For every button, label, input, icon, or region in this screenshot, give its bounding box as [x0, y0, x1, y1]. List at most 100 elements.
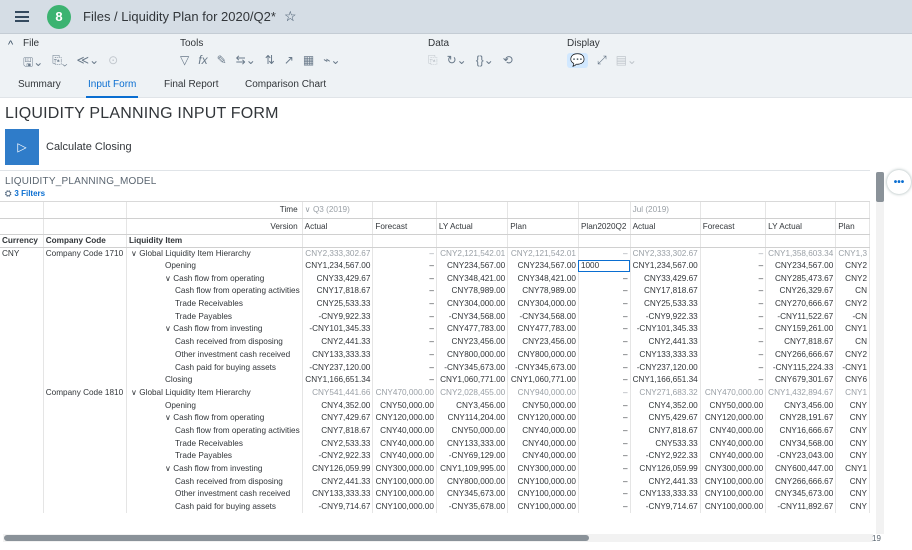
value-cell[interactable]: CNY40,000.00: [507, 437, 579, 450]
value-cell[interactable]: CNY266,666.67: [765, 348, 837, 362]
value-cell[interactable]: CNY271,683.32: [630, 386, 701, 400]
value-cell[interactable]: CNY2,028,455.00: [436, 386, 509, 400]
value-cell[interactable]: –: [578, 399, 631, 412]
value-cell[interactable]: –: [578, 475, 631, 489]
value-cell[interactable]: –: [578, 285, 631, 298]
value-cell[interactable]: –: [700, 323, 767, 336]
value-cell[interactable]: –: [372, 247, 437, 260]
table-icon[interactable]: ▦: [303, 53, 314, 67]
value-cell[interactable]: CNY: [835, 437, 870, 450]
value-cell[interactable]: CNY34,568.00: [765, 437, 837, 450]
value-cell[interactable]: –: [700, 335, 767, 349]
collapse-toolbar-icon[interactable]: ^: [8, 39, 13, 51]
value-cell[interactable]: CNY120,000.00: [372, 411, 437, 425]
value-cell[interactable]: CNY23,456.00: [436, 335, 509, 349]
value-cell[interactable]: –: [700, 361, 767, 374]
liquidity-item-cell[interactable]: ∨ Global Liquidity Item Hierarchy: [126, 247, 303, 260]
value-cell[interactable]: –: [578, 297, 631, 311]
value-cell[interactable]: CNY100,000.00: [507, 488, 579, 501]
value-cell[interactable]: –: [372, 335, 437, 349]
value-cell[interactable]: CNY126,059.99: [630, 462, 701, 476]
filter-icon[interactable]: ▽: [180, 53, 189, 67]
liquidity-item-cell[interactable]: Opening: [126, 399, 303, 412]
liquidity-item-cell[interactable]: Cash flow from operating activities: [126, 424, 303, 438]
liquidity-item-cell[interactable]: Cash flow from operating activities: [126, 285, 303, 298]
value-cell[interactable]: –: [372, 323, 437, 336]
value-cell[interactable]: –: [578, 437, 631, 450]
value-cell[interactable]: CNY17,818.67: [630, 285, 701, 298]
value-cell[interactable]: CNY40,000.00: [700, 450, 767, 463]
value-cell[interactable]: -CNY2,922.33: [302, 450, 374, 463]
value-cell[interactable]: CNY40,000.00: [700, 424, 767, 438]
value-cell[interactable]: -CNY9,714.67: [302, 500, 374, 514]
value-cell[interactable]: –: [372, 310, 437, 324]
value-cell[interactable]: -CNY237,120.00: [302, 361, 374, 374]
liquidity-item-cell[interactable]: Closing: [126, 373, 303, 387]
value-cell[interactable]: CNY800,000.00: [436, 475, 509, 489]
value-cell[interactable]: –: [578, 386, 631, 400]
value-cell[interactable]: CNY6: [835, 373, 870, 387]
vertical-scroll-thumb[interactable]: [876, 172, 884, 202]
value-cell[interactable]: CNY300,000.00: [507, 462, 579, 476]
value-cell[interactable]: –: [578, 335, 631, 349]
value-cell[interactable]: CNY2: [835, 297, 870, 311]
value-cell[interactable]: CNY7,818.67: [630, 424, 701, 438]
value-cell[interactable]: CNY25,533.33: [302, 297, 374, 311]
value-cell[interactable]: –: [578, 310, 631, 324]
value-cell[interactable]: -CNY11,522.67: [765, 310, 837, 324]
horizontal-scroll-thumb[interactable]: [4, 535, 589, 541]
favorite-star-icon[interactable]: ☆: [284, 8, 297, 25]
sort-icon[interactable]: ⇅: [265, 53, 275, 67]
value-cell[interactable]: CNY133,333.33: [302, 348, 374, 362]
value-cell[interactable]: CNY800,000.00: [436, 348, 509, 362]
value-cell[interactable]: -CNY237,120.00: [630, 361, 701, 374]
value-cell[interactable]: –: [700, 247, 767, 260]
value-cell[interactable]: –: [700, 259, 767, 273]
undo-history-icon[interactable]: ⟲: [503, 53, 513, 68]
filters-link[interactable]: ⛭ 3 Filters: [5, 189, 45, 199]
value-cell[interactable]: CNY100,000.00: [372, 500, 437, 514]
value-cell[interactable]: –: [578, 488, 631, 501]
value-cell[interactable]: CNY1,234,567.00: [302, 259, 374, 273]
value-cell[interactable]: –: [372, 259, 437, 273]
value-cell[interactable]: CNY470,000.00: [372, 386, 437, 400]
liquidity-item-cell[interactable]: ∨ Cash flow from investing: [126, 323, 303, 336]
value-cell[interactable]: –: [578, 272, 631, 286]
period-jul-header[interactable]: Jul (2019): [630, 202, 701, 219]
value-cell[interactable]: CNY2,533.33: [302, 437, 374, 450]
value-cell[interactable]: CNY2: [835, 272, 870, 286]
value-cell[interactable]: CNY159,261.00: [765, 323, 837, 336]
value-cell[interactable]: CNY28,191.67: [765, 411, 837, 425]
value-cell[interactable]: CNY300,000.00: [700, 462, 767, 476]
liquidity-item-cell[interactable]: Cash paid for buying assets: [126, 500, 303, 514]
save-icon[interactable]: 🖫⌄: [23, 53, 43, 74]
share-icon[interactable]: ≪⌄: [77, 53, 100, 74]
value-cell[interactable]: CNY533.33: [630, 437, 701, 450]
value-cell[interactable]: -CNY345,673.00: [436, 361, 509, 374]
value-cell[interactable]: CNY541,441.66: [302, 386, 374, 400]
value-cell[interactable]: CNY: [835, 424, 870, 438]
value-cell[interactable]: CNY2,333,302.67: [630, 247, 701, 260]
menu-icon[interactable]: [15, 11, 29, 22]
value-cell[interactable]: CNY: [835, 488, 870, 501]
value-cell[interactable]: CNY25,533.33: [630, 297, 701, 311]
value-cell[interactable]: CNY304,000.00: [507, 297, 579, 311]
value-cell[interactable]: CNY3,456.00: [436, 399, 509, 412]
period-q3-header[interactable]: ∨ Q3 (2019): [302, 202, 374, 219]
value-cell[interactable]: CNY100,000.00: [507, 475, 579, 489]
value-cell[interactable]: -CNY115,224.33: [765, 361, 837, 374]
value-cell[interactable]: CNY470,000.00: [700, 386, 767, 400]
value-cell[interactable]: –: [578, 411, 631, 425]
liquidity-item-cell[interactable]: Trade Receivables: [126, 297, 303, 311]
liquidity-item-cell[interactable]: Cash received from disposing: [126, 335, 303, 349]
value-cell[interactable]: CNY270,666.67: [765, 297, 837, 311]
value-cell[interactable]: –: [372, 348, 437, 362]
value-cell[interactable]: CNY4,352.00: [630, 399, 701, 412]
value-cell[interactable]: CNY348,421.00: [507, 272, 579, 286]
liquidity-item-cell[interactable]: ∨ Cash flow from operating: [126, 272, 303, 286]
value-cell[interactable]: CNY7,429.67: [302, 411, 374, 425]
trend-icon[interactable]: ↗: [284, 53, 294, 67]
value-cell[interactable]: CNY133,333.33: [630, 348, 701, 362]
value-cell[interactable]: CNY2,441.33: [630, 475, 701, 489]
app-logo-icon[interactable]: 8: [47, 4, 71, 29]
